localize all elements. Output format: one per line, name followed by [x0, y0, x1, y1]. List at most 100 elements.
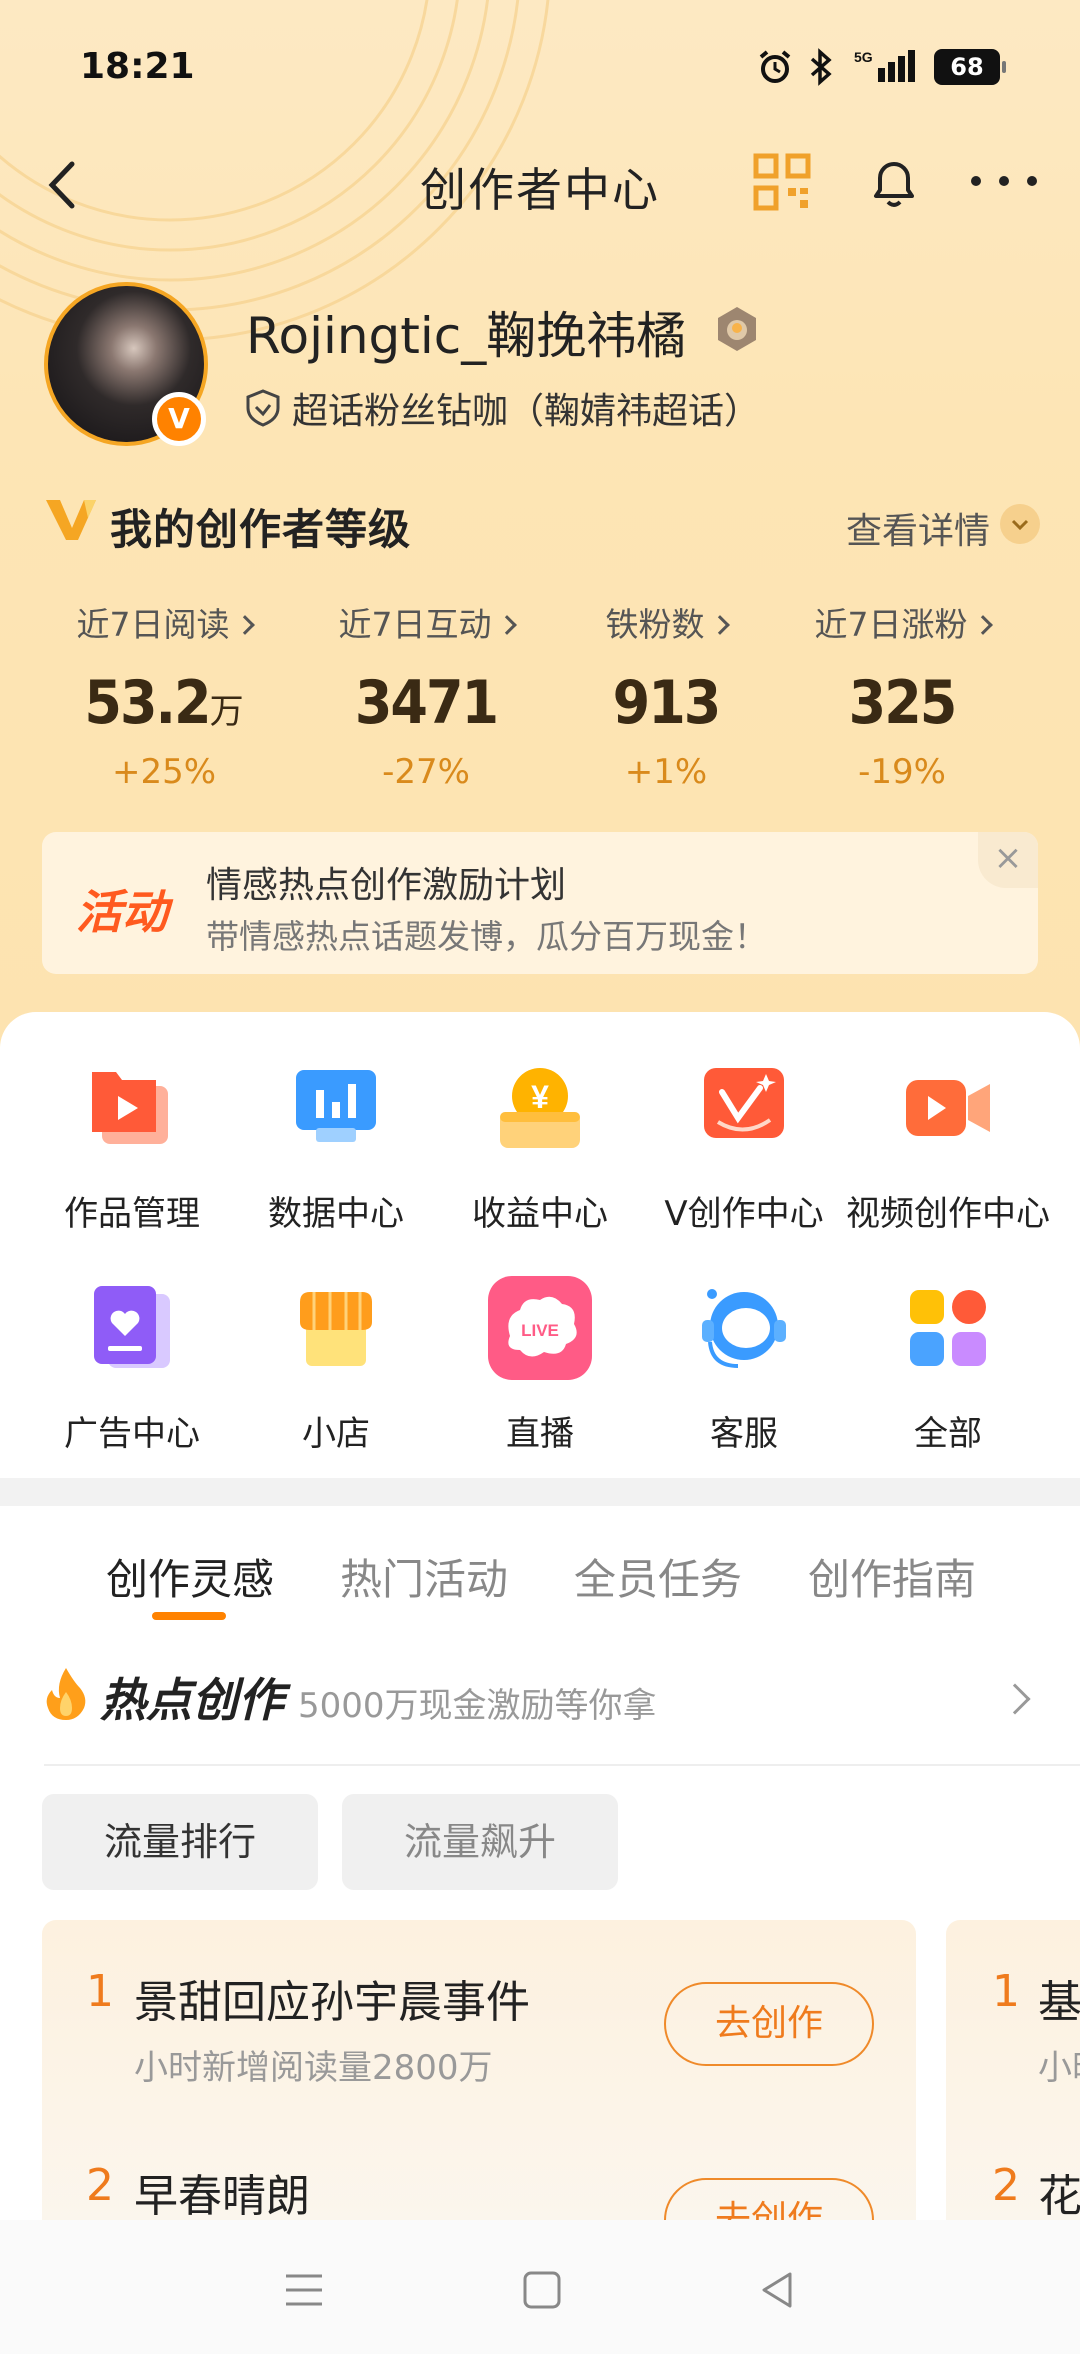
all-apps-icon	[910, 1290, 986, 1366]
topic-meta: 小时	[1038, 2048, 1080, 2088]
tool-live[interactable]: LIVE 直播	[432, 1274, 648, 1455]
activity-banner[interactable]: 活动 情感热点创作激励计划 带情感热点话题发博，瓜分百万现金！ ×	[42, 832, 1038, 974]
shield-icon	[246, 389, 280, 427]
live-icon: LIVE	[488, 1276, 592, 1380]
chevron-right-icon	[972, 615, 993, 635]
tool-ad-center[interactable]: 广告中心	[24, 1282, 240, 1455]
creator-level-row[interactable]: 我的创作者等级 查看详情	[44, 492, 1040, 554]
go-create-button[interactable]: 去创作	[664, 2178, 874, 2220]
rank-number: 2	[992, 2160, 1020, 2211]
fan-level-label: 超话粉丝钻咖（鞠婧祎超话）	[292, 391, 761, 432]
stat-change: +25%	[111, 752, 217, 792]
tab-creation-inspiration[interactable]: 创作灵感	[106, 1546, 274, 1607]
stat-value: 53.2万	[84, 668, 244, 738]
stat-unit: 万	[209, 692, 244, 732]
hot-creation-subtitle: 5000万现金激励等你拿	[298, 1686, 657, 1726]
topic-meta: 小时新增阅读量2800万	[134, 2048, 493, 2088]
tool-label: 数据中心	[268, 1194, 404, 1234]
chevron-right-icon	[496, 615, 517, 635]
top-nav: 创作者中心	[0, 140, 1080, 230]
tab-hot-activities[interactable]: 热门活动	[340, 1546, 508, 1607]
hot-topic-card: 1 景甜回应孙宇晨事件 小时新增阅读量2800万 去创作 2 早春晴朗 去创作	[42, 1920, 916, 2220]
verified-badge: V	[152, 392, 206, 446]
status-bar: 18:21 5G 68	[0, 0, 1080, 140]
revenue-center-icon: ¥	[500, 1068, 580, 1148]
active-tab-indicator	[152, 1612, 226, 1620]
stat-value: 913	[612, 668, 722, 738]
stat-label: 近7日互动	[306, 598, 546, 646]
chip-traffic-ranking[interactable]: 流量排行	[42, 1794, 318, 1890]
tool-label: 收益中心	[472, 1194, 608, 1234]
stats-row: 近7日阅读 53.2万 +25% 近7日互动 3471 -27% 铁粉数 913…	[44, 598, 1040, 798]
topic-title[interactable]: 基	[1038, 1966, 1080, 2030]
creator-level-title: 我的创作者等级	[110, 505, 412, 554]
tool-shop[interactable]: 小店	[228, 1282, 444, 1455]
tab-all-member-tasks[interactable]: 全员任务	[574, 1546, 742, 1607]
home-icon[interactable]	[520, 2268, 564, 2312]
stat-weekly-reads[interactable]: 近7日阅读 53.2万 +25%	[44, 598, 284, 792]
stat-change: +1%	[624, 752, 708, 792]
tool-label: 小店	[302, 1414, 370, 1454]
topic-title[interactable]: 景甜回应孙宇晨事件	[134, 1966, 530, 2030]
close-icon[interactable]: ×	[978, 832, 1038, 888]
content-tabs: 创作灵感 热门活动 全员任务 创作指南	[0, 1506, 1080, 1626]
chevron-right-icon[interactable]	[999, 1683, 1031, 1715]
username[interactable]: Rojingtic_鞠挽祎橘	[246, 296, 686, 368]
bluetooth-icon	[810, 48, 832, 86]
tool-works-management[interactable]: 作品管理	[24, 1062, 240, 1235]
profile-section: V Rojingtic_鞠挽祎橘 超话粉丝钻咖（鞠婧祎超话）	[44, 282, 1044, 452]
topic-title[interactable]: 花	[1038, 2160, 1080, 2220]
tool-label: 全部	[914, 1414, 982, 1454]
chevron-right-icon	[709, 615, 730, 635]
stat-iron-fans[interactable]: 铁粉数 913 +1%	[546, 598, 786, 792]
divider-line	[44, 1764, 1080, 1766]
shop-icon	[300, 1292, 372, 1366]
tool-label: V创作中心	[664, 1194, 824, 1234]
stat-value: 3471	[354, 668, 499, 738]
notification-bell-icon[interactable]	[862, 150, 926, 214]
chip-traffic-rising[interactable]: 流量飙升	[342, 1794, 618, 1890]
rank-number: 2	[86, 2160, 114, 2211]
customer-service-icon	[702, 1289, 786, 1368]
hot-topic-cards: 1 景甜回应孙宇晨事件 小时新增阅读量2800万 去创作 2 早春晴朗 去创作 …	[0, 1920, 1080, 2220]
back-icon[interactable]	[756, 2268, 800, 2312]
topic-title[interactable]: 早春晴朗	[134, 2160, 310, 2220]
view-details-link[interactable]: 查看详情	[846, 502, 990, 554]
works-management-icon	[92, 1072, 168, 1144]
svg-text:LIVE: LIVE	[521, 1321, 559, 1340]
tool-revenue-center[interactable]: ¥ 收益中心	[432, 1062, 648, 1235]
tool-v-creation-center[interactable]: V创作中心	[636, 1062, 852, 1235]
system-nav-bar	[0, 2220, 1080, 2354]
stat-change: -19%	[858, 752, 946, 792]
more-options-icon[interactable]	[966, 166, 1042, 196]
stat-change: -27%	[382, 752, 470, 792]
v-creation-center-icon	[704, 1068, 784, 1138]
status-time: 18:21	[80, 46, 195, 87]
rank-number: 1	[86, 1966, 114, 2017]
tool-data-center[interactable]: 数据中心	[228, 1062, 444, 1235]
tool-label: 客服	[710, 1414, 778, 1454]
svg-text:¥: ¥	[531, 1079, 549, 1115]
tab-creation-guide[interactable]: 创作指南	[808, 1546, 976, 1607]
tool-label: 直播	[506, 1414, 574, 1454]
stat-weekly-new-fans[interactable]: 近7日涨粉 325 -19%	[782, 598, 1022, 792]
ad-center-icon	[94, 1286, 170, 1368]
data-center-icon	[296, 1070, 376, 1142]
stat-weekly-interactions[interactable]: 近7日互动 3471 -27%	[306, 598, 546, 792]
tool-video-creation-center[interactable]: 视频创作中心	[840, 1062, 1056, 1235]
tool-customer-service[interactable]: 客服	[636, 1282, 852, 1455]
tool-all[interactable]: 全部	[840, 1282, 1056, 1455]
tools-grid: 作品管理 数据中心 ¥ 收益中心 V创作中心 视频创作中心 广告中心 小店 LI…	[0, 1012, 1080, 1478]
battery-indicator: 68	[934, 49, 1006, 85]
hot-creation-header[interactable]: 热点创作 5000万现金激励等你拿	[44, 1664, 1040, 1744]
fan-level-row[interactable]: 超话粉丝钻咖（鞠婧祎超话）	[244, 382, 760, 434]
status-icons: 5G 68	[756, 48, 1006, 86]
section-divider	[0, 1478, 1080, 1506]
tool-label: 视频创作中心	[846, 1194, 1050, 1234]
qr-code-icon[interactable]	[752, 152, 812, 212]
chevron-down-icon[interactable]	[1000, 504, 1040, 544]
go-create-button[interactable]: 去创作	[664, 1982, 874, 2066]
tool-label: 作品管理	[64, 1194, 200, 1234]
signal-icon: 5G	[854, 49, 915, 82]
menu-icon[interactable]	[282, 2268, 326, 2312]
